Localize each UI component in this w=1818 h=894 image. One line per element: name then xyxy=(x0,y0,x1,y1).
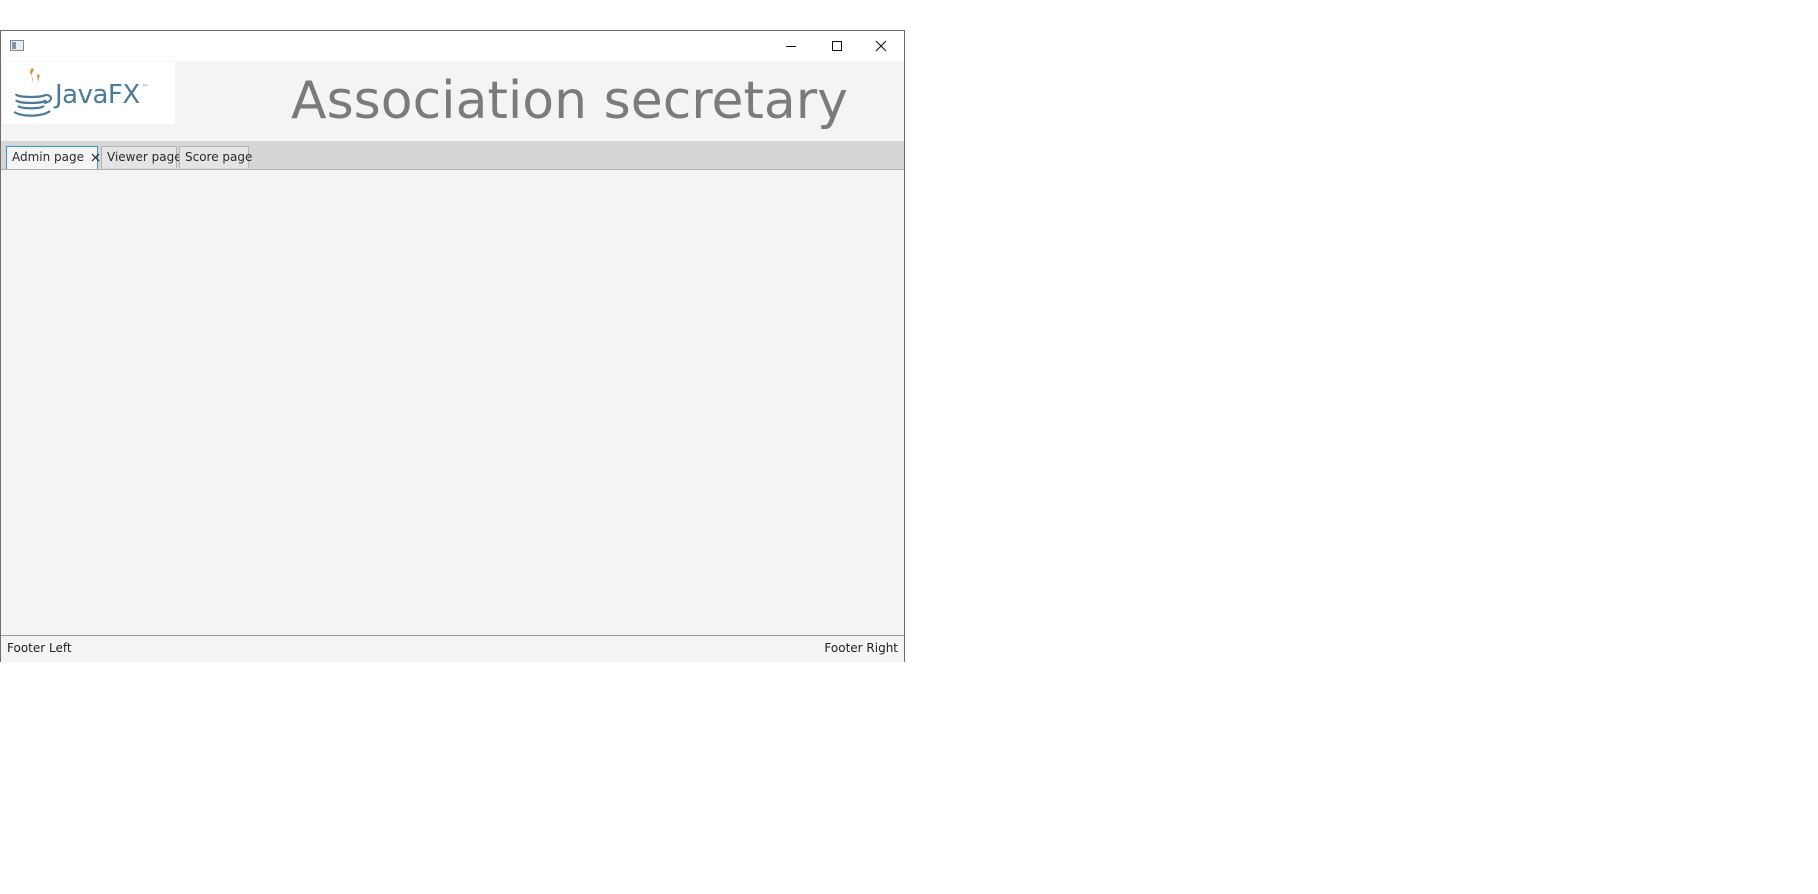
minimize-icon xyxy=(785,45,796,47)
tab-close-button[interactable] xyxy=(91,148,100,168)
close-icon xyxy=(875,40,887,52)
tab-label: Viewer page xyxy=(107,150,182,164)
app-window: JavaFX ™ Association secretary Admin pag… xyxy=(0,30,905,662)
logo-text: JavaFX xyxy=(55,80,140,110)
footer-right-label: Footer Right xyxy=(824,641,898,655)
page-title: Association secretary xyxy=(291,71,848,131)
tab-admin-page[interactable]: Admin page xyxy=(6,146,100,169)
java-cup-icon xyxy=(13,68,52,117)
title-bar[interactable] xyxy=(1,31,904,61)
tab-close-icon xyxy=(91,153,100,161)
logo-trademark: ™ xyxy=(142,84,148,91)
minimize-button[interactable] xyxy=(768,31,814,61)
tab-viewer-page[interactable]: Viewer page xyxy=(101,146,182,168)
tab-content-area xyxy=(1,170,904,634)
tab-bar: Admin page Viewer page Score page xyxy=(1,141,904,170)
footer-left-label: Footer Left xyxy=(7,641,72,655)
javafx-logo: JavaFX ™ xyxy=(2,62,175,124)
tab-label: Admin page xyxy=(12,150,85,164)
maximize-icon xyxy=(831,40,842,51)
footer: Footer Left Footer Right xyxy=(1,635,904,662)
tab-label: Score page xyxy=(185,150,253,164)
close-button[interactable] xyxy=(858,31,904,61)
tab-score-page[interactable]: Score page xyxy=(179,146,253,168)
maximize-button[interactable] xyxy=(814,31,860,61)
app-icon[interactable] xyxy=(10,40,24,51)
